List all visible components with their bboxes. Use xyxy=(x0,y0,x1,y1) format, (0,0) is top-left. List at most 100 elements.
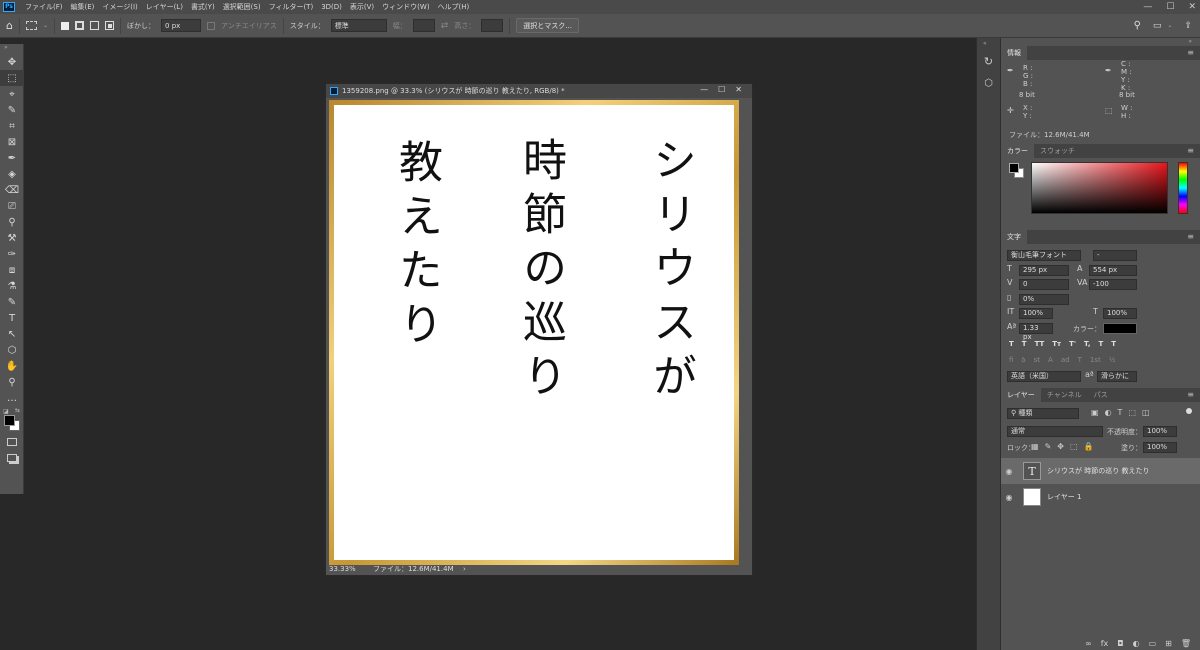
panel-menu-icon[interactable]: ≡ xyxy=(1187,232,1194,241)
tab-channels[interactable]: チャンネル xyxy=(1041,388,1088,402)
lock-position-icon[interactable]: ✥ xyxy=(1057,442,1064,451)
antialias-select[interactable]: 滑らかに xyxy=(1097,371,1137,382)
opacity-input[interactable]: 100% xyxy=(1143,426,1177,437)
tracking-input[interactable]: -100 xyxy=(1089,279,1137,290)
layer-row-text[interactable]: ◉ T シリウスが 時節の巡り 教えたり xyxy=(1001,458,1200,484)
underline-button[interactable]: T xyxy=(1098,340,1103,348)
ligature-button[interactable]: fi xyxy=(1009,356,1013,365)
lock-all-icon[interactable]: 🔒 xyxy=(1084,442,1094,451)
text-color-swatch[interactable] xyxy=(1103,323,1137,334)
add-mask-icon[interactable]: ◘ xyxy=(1117,639,1123,648)
hand-tool-icon[interactable]: ✋ xyxy=(0,358,24,374)
subtract-selection-icon[interactable] xyxy=(90,21,100,30)
font-family-select[interactable]: 衡山毛筆フォント xyxy=(1007,250,1081,261)
titling-button[interactable]: T xyxy=(1078,356,1082,365)
frame-tool-icon[interactable]: ⊠ xyxy=(0,134,24,150)
panel-menu-icon[interactable]: ≡ xyxy=(1187,146,1194,155)
faux-bold-button[interactable]: T xyxy=(1009,340,1014,348)
share-icon[interactable]: ⇪ xyxy=(1184,21,1192,31)
menu-filter[interactable]: フィルター(T) xyxy=(265,2,318,12)
all-caps-button[interactable]: TT xyxy=(1035,340,1045,348)
healing-brush-tool-icon[interactable]: ◈ xyxy=(0,166,24,182)
old-style-button[interactable]: ꝺ xyxy=(1021,356,1025,365)
blur-tool-icon[interactable]: ⧈ xyxy=(0,262,24,278)
language-select[interactable]: 英語（米国） xyxy=(1007,371,1081,382)
eraser-tool-icon[interactable]: ⚒ xyxy=(0,230,24,246)
tab-character[interactable]: 文字 xyxy=(1001,230,1027,244)
workspace-dropdown-icon[interactable]: ⌄ xyxy=(1167,22,1172,29)
menu-file[interactable]: ファイル(F) xyxy=(21,2,67,12)
filter-pixel-icon[interactable]: ▣ xyxy=(1091,408,1099,417)
lock-transparency-icon[interactable]: ▦ xyxy=(1031,442,1039,451)
paint-bucket-tool-icon[interactable]: ✑ xyxy=(0,246,24,262)
status-menu-arrow[interactable]: › xyxy=(463,565,466,573)
menu-3d[interactable]: 3D(D) xyxy=(317,3,346,11)
document-titlebar[interactable]: 1359208.png @ 33.3% (シリウスが 時節の巡り 教えたり, R… xyxy=(326,84,752,98)
menu-view[interactable]: 表示(V) xyxy=(346,2,378,12)
canvas-artboard[interactable]: シリウスが 時節の巡り 教えたり xyxy=(334,105,734,560)
discretionary-ligature-button[interactable]: ad xyxy=(1061,356,1070,365)
visibility-eye-icon[interactable]: ◉ xyxy=(1001,493,1017,502)
leading-input[interactable]: 554 px xyxy=(1089,265,1137,276)
clone-stamp-tool-icon[interactable]: ⎚ xyxy=(0,198,24,214)
adjustment-layer-icon[interactable]: ◐ xyxy=(1133,639,1140,648)
small-caps-button[interactable]: Tт xyxy=(1052,340,1061,348)
history-brush-tool-icon[interactable]: ⚲ xyxy=(0,214,24,230)
doc-minimize-button[interactable]: — xyxy=(700,85,708,94)
menu-help[interactable]: ヘルプ(H) xyxy=(434,2,474,12)
marquee-tool-icon[interactable]: ⬚ xyxy=(0,70,24,86)
filter-toggle-icon[interactable] xyxy=(1186,408,1192,414)
path-selection-tool-icon[interactable]: ↖ xyxy=(0,326,24,342)
color-swatches[interactable]: ◪ ⇆ xyxy=(0,406,23,434)
menu-select[interactable]: 選択範囲(S) xyxy=(219,2,265,12)
subscript-button[interactable]: T, xyxy=(1084,340,1090,348)
blend-mode-select[interactable]: 通常 xyxy=(1007,426,1103,437)
vertical-scale-input[interactable]: 100% xyxy=(1019,308,1053,319)
close-button[interactable]: ✕ xyxy=(1188,2,1196,12)
history-panel-icon[interactable]: ↻ xyxy=(977,55,1000,68)
menu-window[interactable]: ウィンドウ(W) xyxy=(378,2,433,12)
tab-info[interactable]: 情報 xyxy=(1001,46,1027,60)
marquee-preset-icon[interactable] xyxy=(25,21,37,30)
crop-tool-icon[interactable]: ⌗ xyxy=(0,118,24,134)
pen-tool-icon[interactable]: ✎ xyxy=(0,294,24,310)
layer-style-icon[interactable]: fx xyxy=(1101,639,1109,648)
line-tool-icon[interactable]: ⬡ xyxy=(0,342,24,358)
collapse-strip-icon[interactable]: « xyxy=(977,38,1000,47)
horizontal-scale-input[interactable]: 100% xyxy=(1103,308,1137,319)
foreground-color-swatch[interactable] xyxy=(4,415,15,426)
swap-colors-icon[interactable]: ⇆ xyxy=(15,407,20,414)
intersect-selection-icon[interactable] xyxy=(105,21,115,30)
tab-paths[interactable]: パス xyxy=(1088,388,1114,402)
preset-dropdown-icon[interactable]: ⌄ xyxy=(43,22,48,29)
add-selection-icon[interactable] xyxy=(75,21,85,30)
feather-input[interactable]: 0 px xyxy=(161,19,202,32)
collapse-toolbar-icon[interactable]: » xyxy=(0,44,23,54)
new-group-icon[interactable]: ▭ xyxy=(1149,639,1157,648)
tab-swatches[interactable]: スウォッチ xyxy=(1034,144,1081,158)
new-selection-icon[interactable] xyxy=(61,21,70,30)
collapse-panels-icon[interactable]: » xyxy=(1001,38,1200,46)
font-style-select[interactable]: - xyxy=(1093,250,1137,261)
kerning-input[interactable]: 0 xyxy=(1019,279,1069,290)
menu-image[interactable]: イメージ(I) xyxy=(98,2,141,12)
swash-button[interactable]: A xyxy=(1048,356,1053,365)
menu-type[interactable]: 書式(Y) xyxy=(187,2,219,12)
workspace-icon[interactable]: ▭ xyxy=(1153,21,1162,31)
filter-adjustment-icon[interactable]: ◐ xyxy=(1105,408,1112,417)
maximize-button[interactable]: ☐ xyxy=(1166,2,1174,12)
delete-layer-icon[interactable]: 🗑 xyxy=(1181,639,1191,648)
3d-panel-icon[interactable]: ⬡ xyxy=(977,78,1000,89)
brush-tool-icon[interactable]: ⌫ xyxy=(0,182,24,198)
tab-color[interactable]: カラー xyxy=(1001,144,1034,158)
width-input[interactable] xyxy=(412,19,435,32)
height-input[interactable] xyxy=(481,19,504,32)
fraction-button[interactable]: ½ xyxy=(1109,356,1116,365)
lasso-tool-icon[interactable]: ⌖ xyxy=(0,86,24,102)
link-layers-icon[interactable]: ∞ xyxy=(1085,639,1092,648)
eyedropper-tool-icon[interactable]: ✒ xyxy=(0,150,24,166)
filter-shape-icon[interactable]: ⬚ xyxy=(1128,408,1136,417)
menu-layer[interactable]: レイヤー(L) xyxy=(142,2,187,12)
edit-toolbar-icon[interactable]: … xyxy=(0,390,24,406)
style-select[interactable]: 標準 xyxy=(330,19,387,32)
